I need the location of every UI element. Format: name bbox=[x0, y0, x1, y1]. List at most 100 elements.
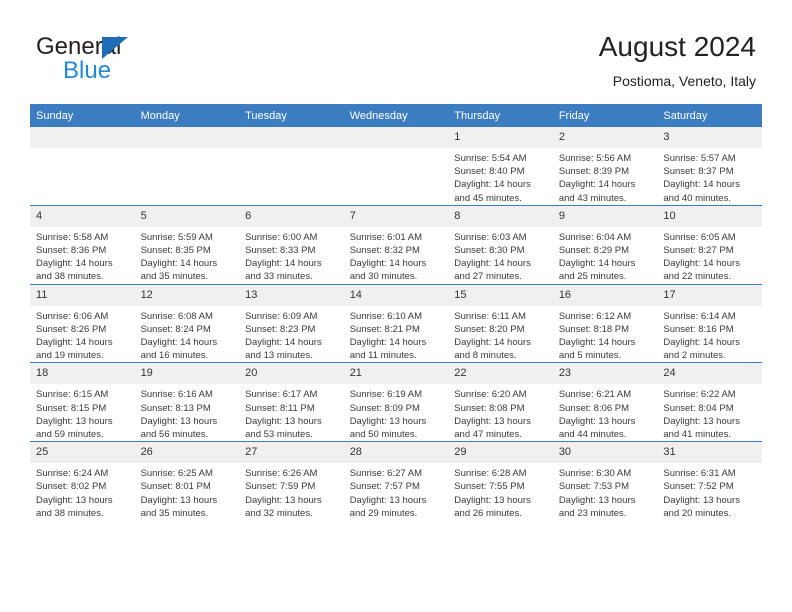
calendar-day-cell[interactable]: 13 Sunrise: 6:09 AM Sunset: 8:23 PM Dayligh… bbox=[239, 283, 344, 363]
title-block: August 2024 Postioma, Veneto, Italy bbox=[599, 30, 756, 91]
day-details: Sunrise: 6:08 AM Sunset: 8:24 PM Daylight:… bbox=[135, 306, 240, 363]
sunrise-time: Sunrise: 6:09 AM bbox=[245, 310, 318, 322]
daylight-duration-line1: Daylight: 14 hours bbox=[349, 337, 427, 349]
sunrise-time: Sunrise: 5:57 AM bbox=[663, 153, 736, 164]
sunset-time: Sunset: 8:16 PM bbox=[663, 323, 734, 335]
calendar-day-cell[interactable]: 20 Sunrise: 6:17 AM Sunset: 8:11 PM Dayligh… bbox=[239, 362, 344, 442]
calendar-day-cell[interactable]: 17 Sunrise: 6:14 AM Sunset: 8:16 PM Dayligh… bbox=[657, 283, 762, 363]
daylight-duration-line1: Daylight: 14 hours bbox=[454, 337, 531, 349]
calendar-day-cell[interactable]: 26 Sunrise: 6:25 AM Sunset: 8:01 PM Dayligh… bbox=[134, 441, 240, 521]
sunrise-time: Sunrise: 6:12 AM bbox=[558, 310, 632, 322]
daylight-duration-line1: Daylight: 13 hours bbox=[140, 415, 218, 427]
sunset-time: Sunset: 8:04 PM bbox=[663, 402, 734, 414]
calendar-day-cell[interactable]: 14 Sunrise: 6:10 AM Sunset: 8:21 PM Dayligh… bbox=[343, 283, 449, 363]
day-details: Sunrise: 6:28 AM Sunset: 7:55 PM Daylight:… bbox=[448, 463, 553, 520]
sunset-time: Sunset: 8:30 PM bbox=[454, 245, 525, 257]
day-details: Sunrise: 6:01 AM Sunset: 8:32 PM Daylight:… bbox=[344, 227, 449, 284]
day-details: Sunrise: 6:22 AM Sunset: 8:04 PM Daylight:… bbox=[657, 384, 762, 441]
day-number: 12 bbox=[134, 284, 240, 306]
daylight-duration-line2: and 40 minutes. bbox=[663, 192, 731, 204]
sunset-time: Sunset: 7:57 PM bbox=[349, 481, 420, 493]
calendar-day-cell[interactable]: 30 Sunrise: 6:30 AM Sunset: 7:53 PM Dayligh… bbox=[552, 441, 658, 521]
day-details: Sunrise: 5:54 AM Sunset: 8:40 PM Daylight:… bbox=[448, 148, 553, 205]
daylight-duration-line1: Daylight: 13 hours bbox=[245, 415, 322, 427]
calendar-day-cell[interactable]: 11 Sunrise: 6:06 AM Sunset: 8:26 PM Dayligh… bbox=[30, 283, 135, 363]
sunrise-time: Sunrise: 6:27 AM bbox=[349, 468, 423, 480]
calendar-day-cell[interactable]: 4 Sunrise: 5:58 AM Sunset: 8:36 PM Daylight… bbox=[30, 204, 135, 285]
day-details: Sunrise: 6:21 AM Sunset: 8:06 PM Daylight:… bbox=[553, 384, 658, 441]
calendar-day-cell[interactable]: 27 Sunrise: 6:26 AM Sunset: 7:59 PM Dayligh… bbox=[239, 441, 344, 521]
calendar-day-cell[interactable]: 16 Sunrise: 6:12 AM Sunset: 8:18 PM Dayligh… bbox=[552, 283, 658, 363]
brand-logo[interactable]: General Blue bbox=[36, 34, 256, 90]
sunrise-time: Sunrise: 6:20 AM bbox=[454, 389, 527, 401]
sunrise-time: Sunrise: 6:08 AM bbox=[140, 310, 213, 322]
day-number: 4 bbox=[30, 205, 135, 227]
calendar-day-cell[interactable]: 24 Sunrise: 6:22 AM Sunset: 8:04 PM Dayligh… bbox=[657, 362, 762, 442]
calendar-day-cell[interactable]: 6 Sunrise: 6:00 AM Sunset: 8:33 PM Daylight… bbox=[239, 204, 344, 285]
calendar-cell-empty bbox=[30, 127, 135, 206]
day-number: 10 bbox=[657, 205, 762, 227]
sunrise-time: Sunrise: 5:56 AM bbox=[558, 153, 632, 164]
calendar-day-cell[interactable]: 9 Sunrise: 6:04 AM Sunset: 8:29 PM Daylight… bbox=[552, 204, 658, 285]
calendar-day-cell[interactable]: 3 Sunrise: 5:57 AM Sunset: 8:37 PM Daylight… bbox=[657, 127, 762, 206]
calendar-week-row: 25 Sunrise: 6:24 AM Sunset: 8:02 PM Dayligh… bbox=[30, 441, 762, 521]
calendar-day-cell[interactable]: 31 Sunrise: 6:31 AM Sunset: 7:52 PM Dayligh… bbox=[657, 441, 762, 521]
daylight-duration-line2: and 41 minutes. bbox=[663, 429, 731, 441]
day-number bbox=[343, 127, 449, 148]
calendar-day-cell[interactable]: 15 Sunrise: 6:11 AM Sunset: 8:20 PM Dayligh… bbox=[448, 283, 553, 363]
calendar-week-row: 1 Sunrise: 5:54 AM Sunset: 8:40 PM Daylight… bbox=[30, 127, 762, 206]
sunset-time: Sunset: 8:33 PM bbox=[245, 245, 316, 257]
calendar-day-cell[interactable]: 12 Sunrise: 6:08 AM Sunset: 8:24 PM Dayligh… bbox=[134, 283, 240, 363]
daylight-duration-line2: and 45 minutes. bbox=[454, 192, 522, 204]
day-details: Sunrise: 5:57 AM Sunset: 8:37 PM Daylight:… bbox=[657, 148, 762, 205]
sunrise-time: Sunrise: 6:31 AM bbox=[663, 468, 736, 480]
calendar-day-cell[interactable]: 29 Sunrise: 6:28 AM Sunset: 7:55 PM Dayligh… bbox=[448, 441, 553, 521]
daylight-duration-line1: Daylight: 13 hours bbox=[140, 494, 218, 506]
daylight-duration-line1: Daylight: 13 hours bbox=[349, 494, 427, 506]
day-number: 14 bbox=[343, 284, 449, 306]
sunset-time: Sunset: 8:21 PM bbox=[349, 323, 420, 335]
calendar-week-row: 11 Sunrise: 6:06 AM Sunset: 8:26 PM Dayligh… bbox=[30, 283, 762, 363]
day-number: 9 bbox=[552, 205, 658, 227]
daylight-duration-line1: Daylight: 13 hours bbox=[454, 494, 531, 506]
calendar-day-cell[interactable]: 18 Sunrise: 6:15 AM Sunset: 8:15 PM Dayligh… bbox=[30, 362, 135, 442]
calendar-day-cell[interactable]: 25 Sunrise: 6:24 AM Sunset: 8:02 PM Dayligh… bbox=[30, 441, 135, 521]
calendar-day-cell[interactable]: 8 Sunrise: 6:03 AM Sunset: 8:30 PM Daylight… bbox=[448, 204, 553, 285]
calendar-day-cell[interactable]: 19 Sunrise: 6:16 AM Sunset: 8:13 PM Dayligh… bbox=[134, 362, 240, 442]
sunrise-time: Sunrise: 5:59 AM bbox=[140, 231, 213, 243]
day-number: 30 bbox=[552, 442, 658, 464]
calendar-day-cell[interactable]: 5 Sunrise: 5:59 AM Sunset: 8:35 PM Daylight… bbox=[134, 204, 240, 285]
sunrise-time: Sunrise: 6:11 AM bbox=[454, 310, 526, 322]
daylight-duration-line2: and 33 minutes. bbox=[245, 271, 313, 283]
sunrise-time: Sunrise: 6:10 AM bbox=[349, 310, 423, 322]
sunrise-time: Sunrise: 6:16 AM bbox=[140, 389, 213, 401]
calendar-day-cell[interactable]: 21 Sunrise: 6:19 AM Sunset: 8:09 PM Dayligh… bbox=[343, 362, 449, 442]
daylight-duration-line2: and 13 minutes. bbox=[245, 350, 313, 362]
calendar-day-cell[interactable]: 28 Sunrise: 6:27 AM Sunset: 7:57 PM Dayligh… bbox=[343, 441, 449, 521]
calendar-day-cell[interactable]: 10 Sunrise: 6:05 AM Sunset: 8:27 PM Dayligh… bbox=[657, 204, 762, 285]
daylight-duration-line1: Daylight: 14 hours bbox=[36, 258, 113, 270]
daylight-duration-line1: Daylight: 13 hours bbox=[454, 415, 531, 427]
daylight-duration-line1: Daylight: 14 hours bbox=[36, 337, 113, 349]
daylight-duration-line1: Daylight: 14 hours bbox=[558, 258, 636, 270]
day-number: 15 bbox=[448, 284, 553, 306]
day-number: 21 bbox=[343, 363, 449, 385]
calendar-day-cell[interactable]: 22 Sunrise: 6:20 AM Sunset: 8:08 PM Dayligh… bbox=[448, 362, 553, 442]
daylight-duration-line2: and 29 minutes. bbox=[349, 507, 418, 519]
calendar-day-cell[interactable]: 23 Sunrise: 6:21 AM Sunset: 8:06 PM Dayligh… bbox=[552, 362, 658, 442]
calendar-cell-empty bbox=[343, 127, 449, 206]
daylight-duration-line1: Daylight: 13 hours bbox=[663, 494, 740, 506]
calendar-day-cell[interactable]: 1 Sunrise: 5:54 AM Sunset: 8:40 PM Daylight… bbox=[448, 127, 553, 206]
sunrise-time: Sunrise: 6:25 AM bbox=[140, 468, 213, 480]
sunrise-time: Sunrise: 6:00 AM bbox=[245, 231, 318, 243]
sunrise-time: Sunrise: 6:05 AM bbox=[663, 231, 736, 243]
calendar-week-row: 4 Sunrise: 5:58 AM Sunset: 8:36 PM Daylight… bbox=[30, 204, 762, 285]
day-details: Sunrise: 6:11 AM Sunset: 8:20 PM Daylight:… bbox=[448, 306, 553, 363]
sunrise-time: Sunrise: 6:24 AM bbox=[36, 468, 109, 480]
calendar-day-cell[interactable]: 7 Sunrise: 6:01 AM Sunset: 8:32 PM Daylight… bbox=[343, 204, 449, 285]
sunset-time: Sunset: 8:40 PM bbox=[454, 166, 525, 178]
day-number bbox=[134, 127, 240, 148]
calendar-day-cell[interactable]: 2 Sunrise: 5:56 AM Sunset: 8:39 PM Daylight… bbox=[552, 127, 658, 206]
day-number: 29 bbox=[448, 442, 553, 464]
sunset-time: Sunset: 8:01 PM bbox=[140, 481, 211, 493]
